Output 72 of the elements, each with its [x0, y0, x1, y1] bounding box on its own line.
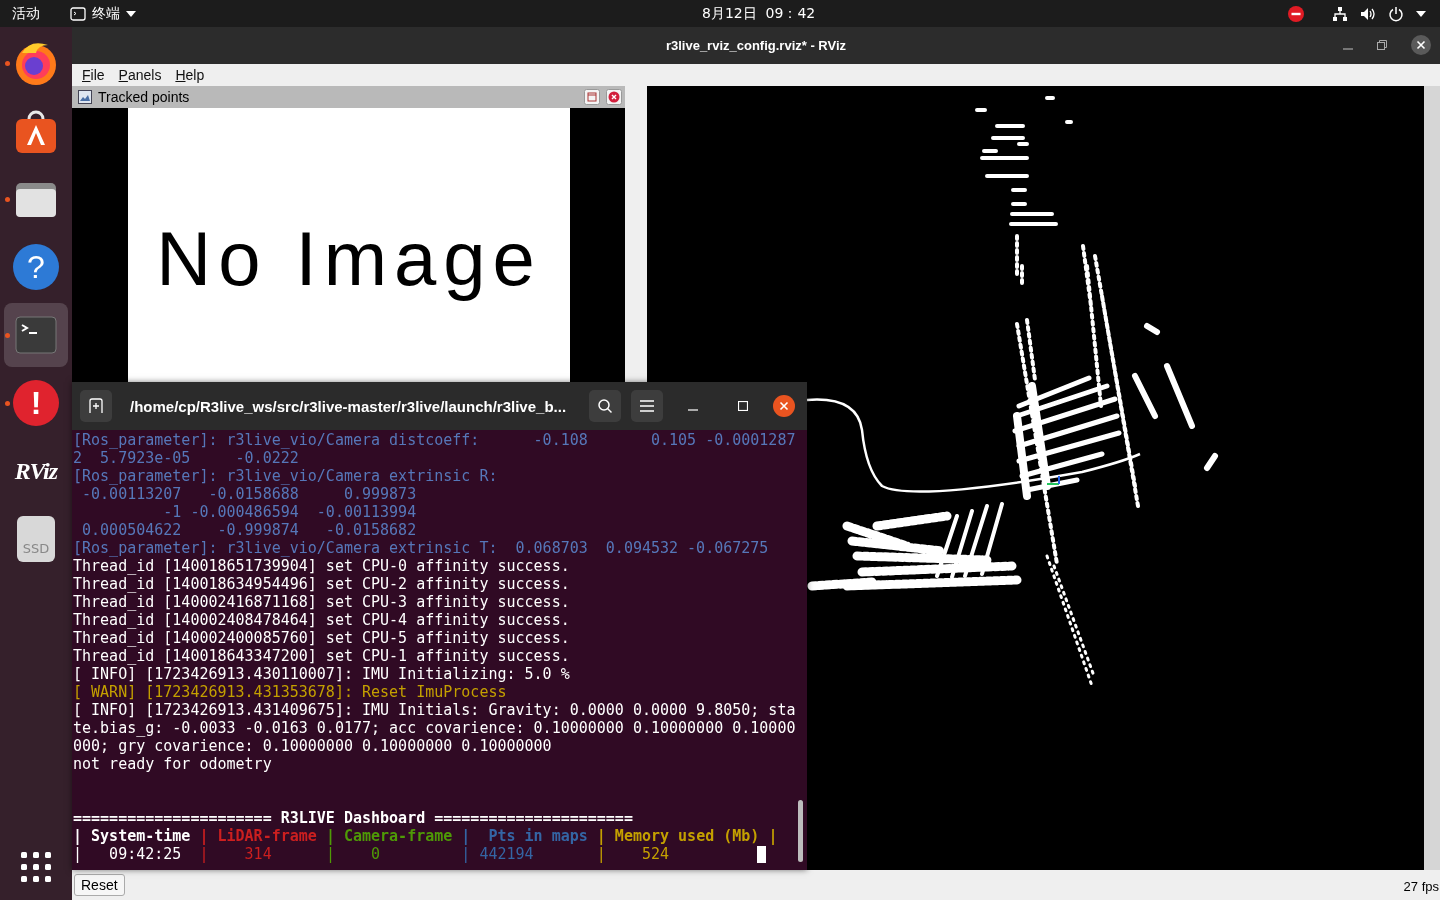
table-cell-text: | 442194 — [461, 845, 535, 863]
system-menu-button[interactable] — [1332, 5, 1426, 22]
column-header: | LiDAR-frame — [199, 827, 318, 845]
fps-counter: 27 fps — [1403, 879, 1440, 896]
rviz-logo: RViz — [13, 456, 59, 486]
terminal-line: -1 -0.000486594 -0.00113994 — [162, 503, 418, 521]
activities-button[interactable]: 活动 — [12, 4, 40, 23]
no-image-message: No Image — [156, 214, 542, 302]
power-icon — [1388, 5, 1404, 22]
terminal-line: Thread_id [140018651739904] set CPU-0 affinity success. — [73, 557, 571, 575]
column-header: | Pts in maps — [461, 827, 589, 845]
maximize-button[interactable] — [738, 401, 748, 411]
image-icon — [78, 90, 92, 104]
panel-title: Tracked points — [98, 89, 191, 105]
terminal-line: -0.00113207 -0.0158688 0.999873 — [81, 485, 418, 503]
new-tab-icon — [88, 398, 104, 414]
column-header: | System-time — [73, 827, 192, 845]
column-header: | Memory used (Mb) | — [596, 827, 778, 845]
apps-grid-icon[interactable] — [21, 852, 51, 882]
terminal-line: [Ros_parameter]: r3live_vio/Camera extrinsic R: — [73, 467, 499, 485]
close-button[interactable] — [773, 395, 795, 417]
close-button[interactable] — [1411, 35, 1431, 55]
terminal-line: Thread_id [140002408478464] set CPU-4 affinity success. — [73, 611, 571, 629]
scrollbar[interactable] — [798, 800, 803, 862]
terminal-line: Thread_id [140002400085760] set CPU-5 affinity success. — [73, 629, 571, 647]
menu-item[interactable]: Help — [175, 67, 205, 83]
table-cell-text: | 314 — [199, 845, 273, 863]
dock-item[interactable]: RViz — [4, 439, 68, 503]
table-cell-text: | 0 — [325, 845, 382, 863]
caret-icon — [126, 10, 136, 17]
terminal-line: 000; gry covarience: 0.10000000 0.10000000 0.10000000 — [73, 737, 553, 755]
terminal-line: [Ros_parameter]: r3live_vio/Camera distcoeff: -0.108 0.105 -0.0001287 — [73, 431, 797, 449]
menu-item[interactable]: File — [82, 67, 105, 83]
alert-icon: ! — [13, 380, 59, 426]
dock-item[interactable]: ! — [4, 371, 68, 435]
terminal-line: [Ros_parameter]: r3live_vio/Camera extrinsic T: 0.068703 0.094532 -0.067275 — [73, 539, 770, 557]
terminal-line: [ INFO] [1723426913.431409675]: IMU Initials: Gravity: 0.0000 0.0000 9.8050; sta — [73, 701, 797, 719]
clock-button[interactable]: 8月12日 09：42 — [702, 5, 816, 23]
window-title: r3live_rviz_config.rviz* - RViz — [665, 38, 847, 53]
table-cell-text: | 09:42:25 — [73, 845, 183, 863]
dock-item[interactable]: ? — [4, 235, 68, 299]
column-header: | Camera-frame — [325, 827, 454, 845]
new-tab-button[interactable] — [80, 390, 112, 422]
terminal-line: [ INFO] [1723426913.430110007]: IMU Initializing: 5.0 % — [73, 665, 571, 683]
table-cell: | 524 — [596, 845, 670, 863]
undock-button[interactable] — [584, 89, 600, 105]
terminal-line: Thread_id [140002416871168] set CPU-3 affinity success. — [73, 593, 571, 611]
terminal-line: te.bias_g: -0.0033 -0.0163 0.0177; acc covarience: 0.10000000 0.10000000 0.10000 — [73, 719, 797, 737]
terminal-line: Thread_id [140018643347200] set CPU-1 affinity success. — [73, 647, 571, 665]
network-icon — [1332, 5, 1348, 22]
terminal-line: 0.000504622 -0.999874 -0.0158682 — [81, 521, 418, 539]
terminal-line: Thread_id [140018634954496] set CPU-2 affinity success. — [73, 575, 571, 593]
panel-collapse-handle[interactable] — [1424, 86, 1440, 870]
terminal-line: [ WARN] [1723426913.431353678]: Reset ImuProcess — [73, 683, 508, 701]
dashboard-title: ====================== R3LIVE Dashboard ====================== — [73, 809, 634, 827]
reset-button[interactable]: Reset — [74, 874, 125, 896]
menu-button[interactable] — [631, 390, 663, 422]
app-menu-button[interactable]: 终端 — [70, 4, 136, 23]
menu-item[interactable]: Panels — [118, 67, 162, 83]
menu-icon — [640, 400, 654, 412]
drive-icon: SSD — [17, 516, 55, 562]
search-icon — [597, 398, 613, 414]
restore-button[interactable] — [1377, 40, 1387, 50]
help-icon: ? — [13, 244, 59, 290]
do-not-disturb-icon[interactable] — [1288, 5, 1304, 22]
search-button[interactable] — [589, 390, 621, 422]
caret-icon — [1416, 10, 1426, 17]
text-cursor — [757, 846, 766, 863]
terminal-line: 2 5.7923e-05 -0.0222 — [73, 449, 300, 467]
terminal-icon — [70, 6, 86, 21]
window-title: /home/cp/R3live_ws/src/r3live-master/r3live/launch/r3live_b... — [129, 397, 568, 415]
terminal-line: not ready for odometry — [73, 755, 273, 773]
